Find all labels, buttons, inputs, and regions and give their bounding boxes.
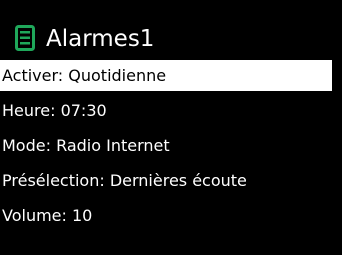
menu-item-label: Mode: Radio Internet	[2, 136, 170, 155]
menu-item-label: Activer: Quotidienne	[2, 66, 167, 85]
menu-item-label: Volume: 10	[2, 206, 93, 225]
menu-item-label: Heure: 07:30	[2, 101, 107, 120]
menu-item-mode[interactable]: Mode: Radio Internet	[0, 130, 342, 161]
alarm-settings-menu: Activer: Quotidienne Heure: 07:30 Mode: …	[0, 60, 342, 235]
menu-item-label: Présélection: Dernières écoute	[2, 171, 247, 190]
page-title: Alarmes1	[46, 26, 155, 52]
menu-item-activate[interactable]: Activer: Quotidienne	[0, 60, 332, 91]
list-icon	[15, 25, 35, 51]
title-bar: Alarmes1	[0, 22, 342, 56]
menu-item-preset[interactable]: Présélection: Dernières écoute	[0, 165, 342, 196]
device-screen: Alarmes1 Activer: Quotidienne Heure: 07:…	[0, 0, 342, 255]
menu-item-time[interactable]: Heure: 07:30	[0, 95, 342, 126]
menu-item-volume[interactable]: Volume: 10	[0, 200, 342, 231]
